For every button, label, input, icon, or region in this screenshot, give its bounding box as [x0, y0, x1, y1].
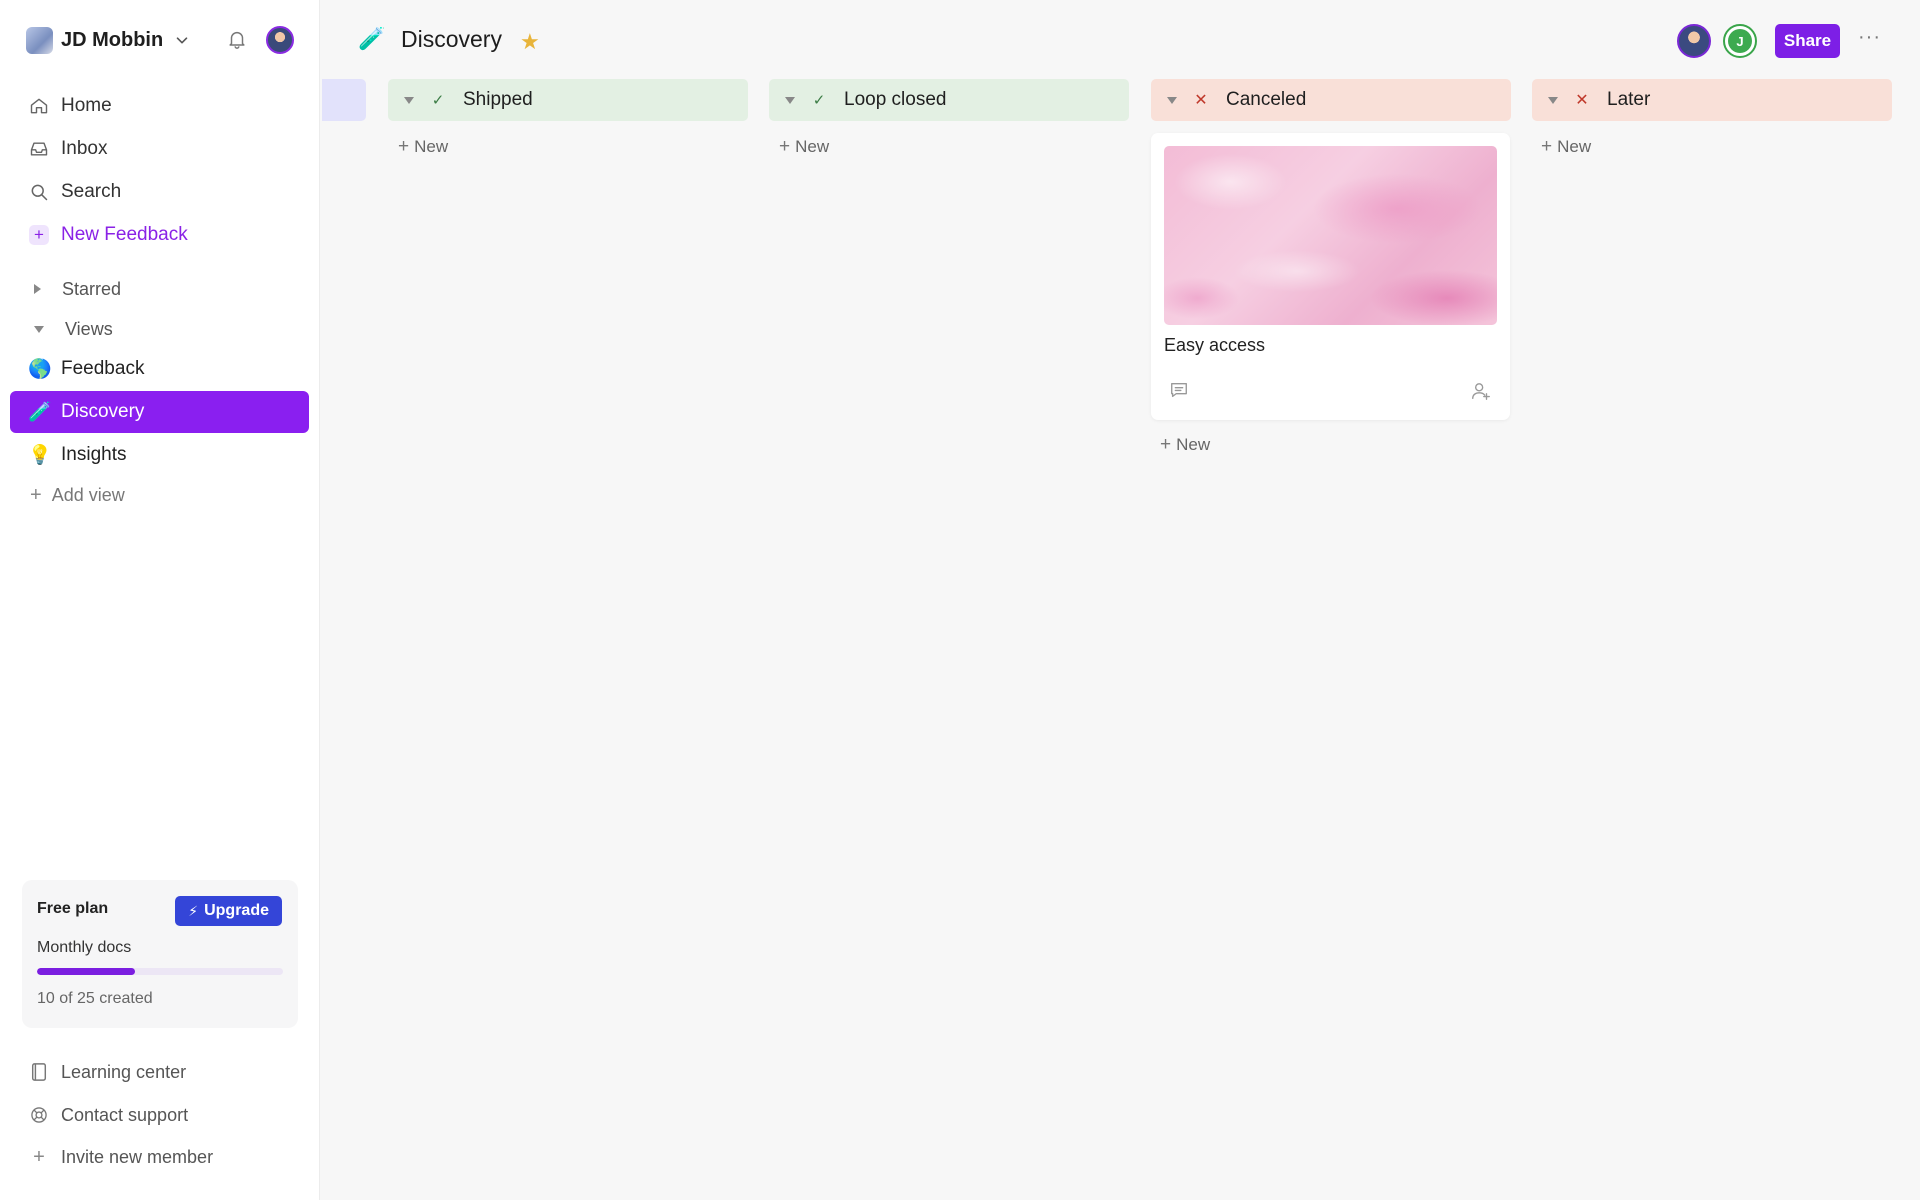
user-avatar[interactable] — [266, 26, 294, 54]
column-title: Later — [1607, 89, 1651, 110]
page-title: Discovery — [401, 26, 502, 52]
card-cover-image — [1164, 146, 1497, 325]
learning-center-label: Learning center — [61, 1061, 187, 1082]
plus-icon: + — [30, 483, 42, 506]
star-icon[interactable]: ★ — [520, 29, 540, 55]
search-icon — [28, 181, 50, 203]
caret-down-icon — [1167, 96, 1177, 104]
starred-section-toggle[interactable]: Starred — [34, 276, 121, 302]
caret-right-icon — [34, 284, 41, 294]
feedback-card[interactable]: Easy access — [1151, 133, 1510, 420]
view-item-label: Discovery — [61, 401, 145, 422]
nav-search[interactable]: Search — [28, 175, 121, 209]
caret-down-icon — [785, 96, 795, 104]
invite-member-label: Invite new member — [61, 1146, 214, 1167]
add-card-label: New — [795, 137, 830, 156]
light-bulb-icon: 💡 — [28, 445, 52, 466]
new-feedback-button[interactable]: + New Feedback — [28, 218, 188, 252]
close-icon: ✕ — [1575, 92, 1589, 109]
usage-progress-fill — [37, 968, 136, 975]
add-card-button[interactable]: + New — [398, 136, 448, 158]
add-view-label: Add view — [51, 484, 125, 505]
plus-icon: + — [33, 1145, 45, 1168]
column-title: Shipped — [463, 89, 533, 110]
column-header-canceled[interactable]: ✕ Canceled — [1151, 79, 1511, 121]
caret-down-icon — [1548, 96, 1558, 104]
bell-icon[interactable] — [226, 28, 248, 50]
views-label: Views — [65, 318, 113, 339]
invite-member-link[interactable]: + Invite new member — [28, 1142, 213, 1172]
globe-icon: 🌎 — [28, 359, 52, 380]
home-icon — [28, 95, 50, 117]
contact-support-link[interactable]: Contact support — [28, 1100, 188, 1130]
comment-icon[interactable] — [1169, 380, 1189, 400]
column-title: Canceled — [1226, 89, 1307, 110]
assign-person-icon[interactable] — [1470, 380, 1492, 402]
check-icon: ✓ — [431, 92, 445, 109]
plan-card: Free plan ⚡ Upgrade Monthly docs 10 of 2… — [22, 880, 298, 1028]
nav-home-label: Home — [61, 95, 112, 116]
views-section-toggle[interactable]: Views — [34, 316, 113, 342]
add-card-button[interactable]: + New — [1160, 434, 1210, 456]
nav-search-label: Search — [61, 181, 122, 202]
nav-inbox-label: Inbox — [61, 138, 108, 159]
inbox-icon — [28, 138, 50, 160]
workspace-switcher[interactable]: JD Mobbin — [26, 24, 296, 56]
test-tube-icon: 🧪 — [28, 402, 52, 423]
book-icon — [28, 1061, 50, 1083]
plan-title: Free plan — [37, 900, 109, 917]
caret-down-icon — [404, 96, 414, 104]
caret-down-icon — [34, 325, 44, 333]
share-button[interactable]: Share — [1775, 24, 1840, 58]
workspace-name: JD Mobbin — [61, 28, 164, 51]
plus-icon: + — [1160, 434, 1172, 455]
plan-usage-count: 10 of 25 created — [37, 990, 153, 1007]
view-item-label: Insights — [61, 444, 127, 465]
contact-support-label: Contact support — [61, 1104, 189, 1125]
usage-progress-bar — [37, 968, 283, 975]
view-item-feedback[interactable]: 🌎 Feedback — [10, 348, 309, 390]
nav-inbox[interactable]: Inbox — [28, 132, 107, 166]
starred-label: Starred — [62, 278, 122, 299]
chevron-down-icon — [176, 37, 188, 44]
add-card-button[interactable]: + New — [1541, 136, 1591, 158]
collaborator-initial: J — [1728, 29, 1752, 53]
plan-subtitle: Monthly docs — [37, 939, 132, 956]
column-title: Loop closed — [844, 89, 947, 110]
column-header-loop-closed[interactable]: ✓ Loop closed — [769, 79, 1129, 121]
add-view-button[interactable]: + Add view — [30, 482, 125, 508]
collaborator-avatar[interactable]: J — [1723, 24, 1757, 58]
partial-column-header[interactable] — [322, 79, 366, 121]
upgrade-button[interactable]: ⚡ Upgrade — [175, 896, 282, 926]
test-tube-icon: 🧪 — [358, 26, 386, 51]
card-title: Easy access — [1164, 335, 1266, 355]
check-icon: ✓ — [812, 92, 826, 109]
view-item-discovery[interactable]: 🧪 Discovery — [10, 391, 309, 433]
view-item-label: Feedback — [61, 358, 145, 379]
add-card-label: New — [414, 137, 449, 156]
add-card-button[interactable]: + New — [779, 136, 829, 158]
workspace-logo — [26, 26, 53, 54]
collaborator-avatar[interactable] — [1677, 24, 1711, 58]
more-options-icon[interactable]: ··· — [1858, 26, 1881, 49]
column-header-later[interactable]: ✕ Later — [1532, 79, 1892, 121]
add-card-label: New — [1176, 435, 1211, 454]
close-icon: ✕ — [1194, 92, 1208, 109]
nav-home[interactable]: Home — [28, 89, 112, 123]
view-item-insights[interactable]: 💡 Insights — [10, 434, 309, 476]
upgrade-label: Upgrade — [204, 902, 269, 919]
plus-icon: + — [779, 136, 791, 157]
new-feedback-label: New Feedback — [61, 224, 188, 245]
plus-icon: + — [1541, 136, 1553, 157]
column-header-shipped[interactable]: ✓ Shipped — [388, 79, 748, 121]
lifebuoy-icon — [28, 1104, 50, 1126]
add-card-label: New — [1557, 137, 1592, 156]
bolt-icon: ⚡ — [188, 902, 199, 919]
plus-icon: + — [398, 136, 410, 157]
learning-center-link[interactable]: Learning center — [28, 1057, 186, 1087]
sidebar: JD Mobbin Home Inbox Search + New Feedba… — [0, 0, 320, 1200]
plus-icon: + — [28, 224, 50, 246]
